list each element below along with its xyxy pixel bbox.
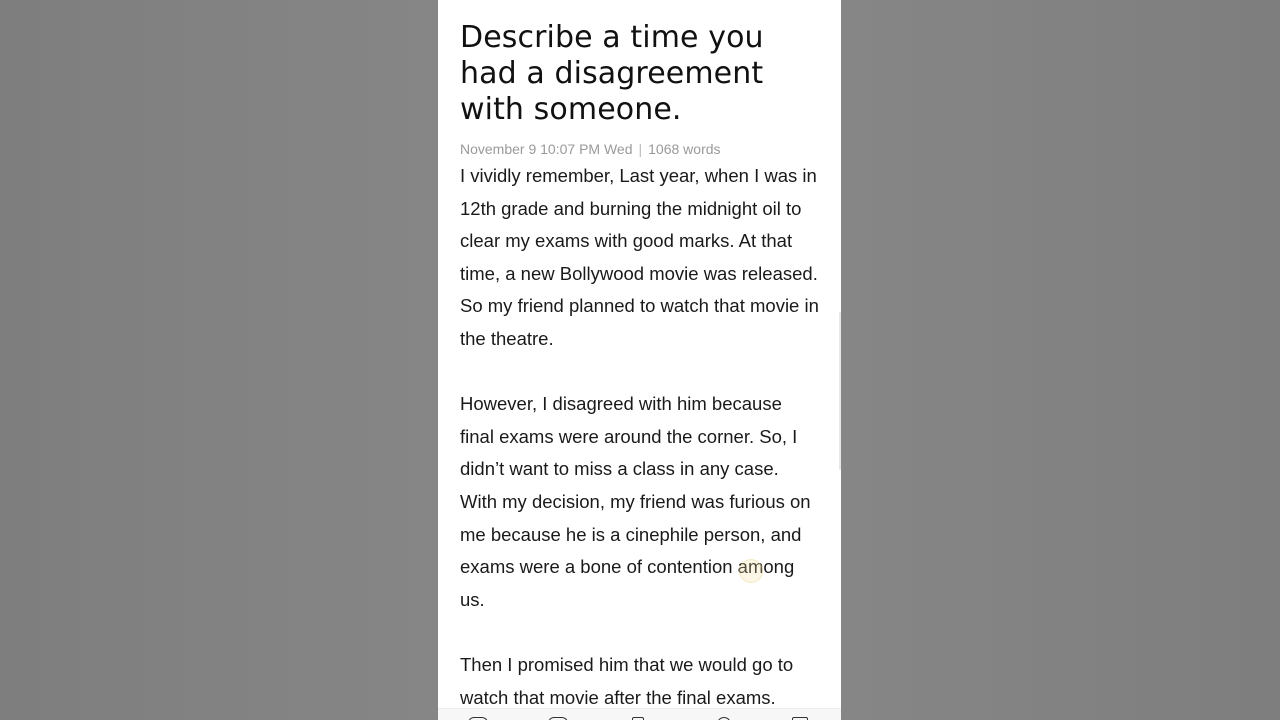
note-date: November 9 10:07 PM Wed <box>460 141 633 157</box>
touch-indicator <box>739 559 763 583</box>
scrollbar[interactable] <box>839 312 841 470</box>
bottom-toolbar <box>438 708 841 720</box>
note-meta: November 9 10:07 PM Wed | 1068 words <box>460 140 820 158</box>
note-content: Describe a time you had a disagreement w… <box>460 20 820 720</box>
note-paragraph: Then I promised him that we would go to … <box>460 653 794 708</box>
note-paragraph: I vividly remember, Last year, when I wa… <box>460 165 819 349</box>
note-word-count: 1068 words <box>648 141 721 157</box>
note-screen: Describe a time you had a disagreement w… <box>438 0 841 720</box>
note-body[interactable]: I vividly remember, Last year, when I wa… <box>460 160 820 714</box>
meta-separator: | <box>638 141 643 157</box>
note-title[interactable]: Describe a time you had a disagreement w… <box>460 20 820 128</box>
note-paragraph: However, I disagreed with him because fi… <box>460 393 811 610</box>
